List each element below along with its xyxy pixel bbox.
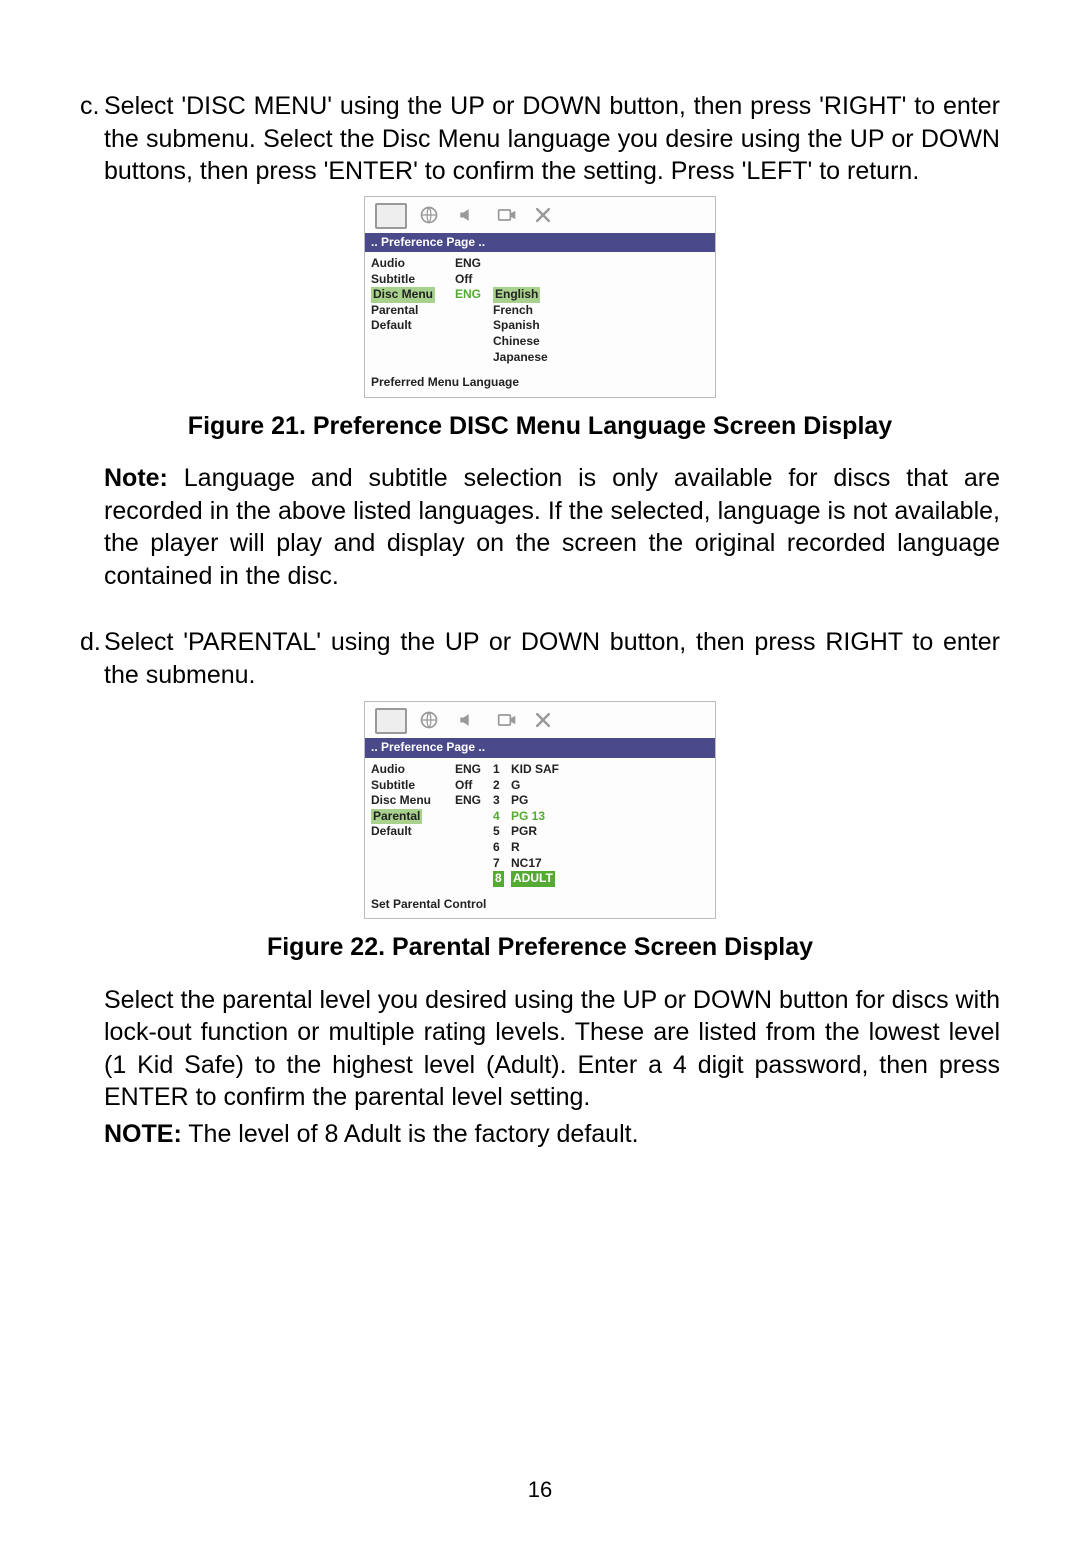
fig21-row2-label: Disc Menu	[371, 287, 435, 303]
fig22-menu-screenshot: .. Preference Page .. AudioENG1KID SAF S…	[364, 701, 716, 919]
fig21-row2-val: ENG	[455, 287, 493, 303]
fig22-r4-opt: PGR	[511, 824, 709, 840]
fig22-r1-label: Subtitle	[371, 778, 455, 794]
globe-icon	[417, 205, 445, 227]
x-icon	[531, 710, 559, 732]
fig22-r1-num: 2	[493, 778, 511, 794]
section-c-marker: c.	[80, 90, 104, 188]
video-icon	[493, 710, 521, 732]
screen-icon	[375, 203, 407, 229]
section-d-text: Select 'PARENTAL' using the UP or DOWN b…	[104, 626, 1000, 691]
x-icon	[531, 205, 559, 227]
speaker-icon	[455, 710, 483, 732]
fig22-r4-label: Default	[371, 824, 455, 840]
fig22-icon-row	[365, 702, 715, 738]
fig22-body: AudioENG1KID SAF SubtitleOff2G Disc Menu…	[365, 758, 715, 893]
fig22-r3-opt: PG 13	[511, 809, 709, 825]
note-d-label: NOTE:	[104, 1120, 182, 1148]
page-number: 16	[0, 1477, 1080, 1503]
fig22-r2-val: ENG	[455, 793, 493, 809]
fig21-opt-chinese: Chinese	[493, 334, 709, 350]
fig22-r1-opt: G	[511, 778, 709, 794]
fig21-icon-row	[365, 197, 715, 233]
fig22-r5-opt: R	[511, 840, 709, 856]
fig21-menu-screenshot: .. Preference Page .. AudioENG SubtitleO…	[364, 196, 716, 398]
note-c-label: Note:	[104, 464, 168, 492]
speaker-icon	[455, 205, 483, 227]
fig21-opt-english: English	[493, 287, 540, 303]
section-d-marker: d.	[80, 626, 104, 691]
section-c-text: Select 'DISC MENU' using the UP or DOWN …	[104, 90, 1000, 188]
fig22-r7-num: 8	[493, 871, 504, 887]
fig22-r2-opt: PG	[511, 793, 709, 809]
fig21-opt-french: French	[493, 303, 709, 319]
fig22-r5-num: 6	[493, 840, 511, 856]
fig21-body: AudioENG SubtitleOff Disc Menu ENG Engli…	[365, 252, 715, 371]
note-d: NOTE: The level of 8 Adult is the factor…	[80, 1118, 1000, 1151]
fig22-footer: Set Parental Control	[365, 893, 715, 919]
fig21-row4-label: Default	[371, 318, 455, 334]
fig22-r2-num: 3	[493, 793, 511, 809]
fig22-r2-label: Disc Menu	[371, 793, 455, 809]
fig21-caption: Figure 21. Preference DISC Menu Language…	[80, 410, 1000, 443]
fig21-header: .. Preference Page ..	[365, 233, 715, 253]
globe-icon	[417, 710, 445, 732]
fig22-r0-opt: KID SAF	[511, 762, 709, 778]
fig22-r4-num: 5	[493, 824, 511, 840]
fig22-r0-val: ENG	[455, 762, 493, 778]
fig22-caption: Figure 22. Parental Preference Screen Di…	[80, 931, 1000, 964]
fig21-row3-label: Parental	[371, 303, 455, 319]
note-d-text: The level of 8 Adult is the factory defa…	[182, 1120, 639, 1148]
fig22-r3-num: 4	[493, 809, 511, 825]
fig22-r6-opt: NC17	[511, 856, 709, 872]
fig22-r7-opt: ADULT	[511, 871, 555, 887]
fig21-opt-spanish: Spanish	[493, 318, 709, 334]
video-icon	[493, 205, 521, 227]
fig22-r6-num: 7	[493, 856, 511, 872]
section-c: c. Select 'DISC MENU' using the UP or DO…	[80, 90, 1000, 188]
fig21-row1-label: Subtitle	[371, 272, 455, 288]
fig22-r0-label: Audio	[371, 762, 455, 778]
screen-icon	[375, 708, 407, 734]
fig21-row1-val: Off	[455, 272, 493, 288]
para-d1: Select the parental level you desired us…	[80, 984, 1000, 1114]
fig21-row0-label: Audio	[371, 256, 455, 272]
section-d: d. Select 'PARENTAL' using the UP or DOW…	[80, 626, 1000, 691]
fig21-row0-val: ENG	[455, 256, 493, 272]
note-c: Note: Language and subtitle selection is…	[80, 462, 1000, 592]
fig22-header: .. Preference Page ..	[365, 738, 715, 758]
fig22-r3-label: Parental	[371, 809, 422, 825]
fig22-r0-num: 1	[493, 762, 511, 778]
fig22-r1-val: Off	[455, 778, 493, 794]
fig21-opt-japanese: Japanese	[493, 350, 709, 366]
note-c-text: Language and subtitle selection is only …	[104, 464, 1000, 590]
fig21-footer: Preferred Menu Language	[365, 371, 715, 397]
